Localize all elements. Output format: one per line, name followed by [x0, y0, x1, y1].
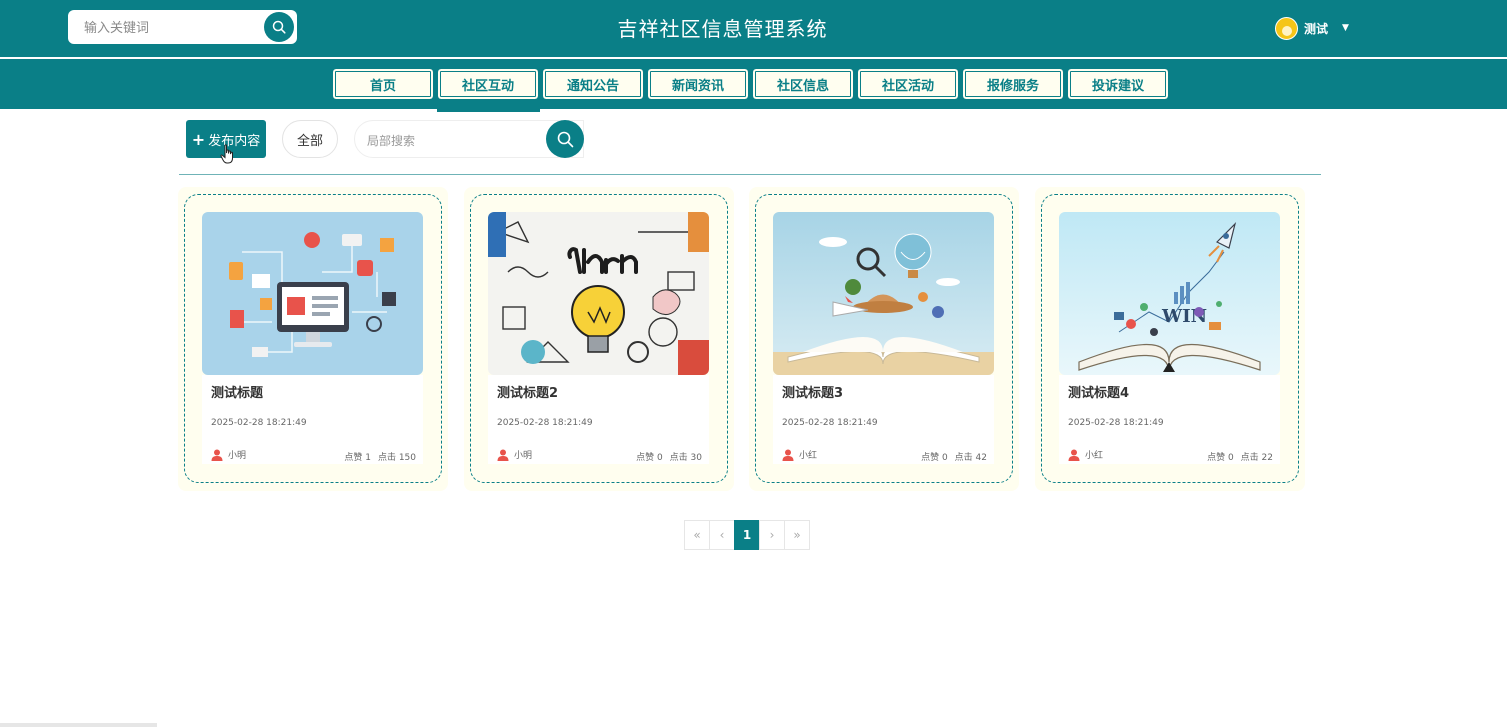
card-border: 测试标题 2025-02-28 18:21:49 小明 点赞 1 点击 150 [184, 194, 442, 483]
nav-item-repair-service[interactable]: 报修服务 [962, 68, 1064, 100]
nav-item-complaints[interactable]: 投诉建议 [1067, 68, 1169, 100]
pagination-page-current[interactable]: 1 [734, 520, 760, 550]
top-header: 吉祥社区信息管理系统 测试 ▼ [0, 0, 1507, 57]
local-search-input[interactable] [365, 130, 539, 152]
card-body: 测试标题3 2025-02-28 18:21:49 小红 点赞 0 点击 42 [773, 375, 994, 464]
pagination-next[interactable]: › [759, 520, 785, 550]
pagination-first[interactable]: « [684, 520, 710, 550]
card-likes: 点赞 0 [1207, 453, 1234, 463]
local-search-button[interactable] [546, 120, 584, 158]
content-card[interactable]: 测试标题2 2025-02-28 18:21:49 小明 点赞 0 点击 30 [464, 187, 734, 491]
user-icon [497, 449, 509, 461]
card-border: 测试标题3 2025-02-28 18:21:49 小红 点赞 0 点击 42 [755, 194, 1013, 483]
hand-cursor-icon [220, 144, 233, 164]
nav-item-home[interactable]: 首页 [332, 68, 434, 100]
card-likes: 点赞 1 [344, 453, 371, 463]
card-clicks: 点击 22 [1240, 453, 1273, 463]
card-likes: 点赞 0 [636, 453, 663, 463]
site-title: 吉祥社区信息管理系统 [617, 17, 828, 41]
card-clicks: 点击 30 [669, 453, 702, 463]
card-author: 小红 [1068, 448, 1103, 461]
plus-icon: + [191, 129, 206, 149]
card-author-name: 小红 [799, 451, 818, 461]
card-image-learn-doodle[interactable] [488, 212, 709, 375]
user-icon [1068, 449, 1080, 461]
card-author: 小红 [782, 448, 817, 461]
card-stats: 点赞 0 点击 30 [636, 450, 702, 463]
card-author-name: 小明 [228, 451, 247, 461]
card-author-name: 小明 [514, 451, 533, 461]
card-image-book-travel[interactable] [773, 212, 994, 375]
user-icon [211, 449, 223, 461]
nav-item-community-info[interactable]: 社区信息 [752, 68, 854, 100]
card-title[interactable]: 测试标题2 [497, 382, 558, 401]
card-body: 测试标题 2025-02-28 18:21:49 小明 点赞 1 点击 150 [202, 375, 423, 464]
card-author: 小明 [497, 448, 532, 461]
pagination: « ‹ 1 › » [684, 520, 810, 550]
user-menu[interactable]: 测试 ▼ [1275, 16, 1349, 40]
card-border: 测试标题2 2025-02-28 18:21:49 小明 点赞 0 点击 30 [470, 194, 728, 483]
card-title[interactable]: 测试标题3 [782, 382, 843, 401]
card-date: 2025-02-28 18:21:49 [211, 418, 307, 428]
card-date: 2025-02-28 18:21:49 [1068, 418, 1164, 428]
card-stats: 点赞 1 点击 150 [344, 450, 416, 463]
card-title[interactable]: 测试标题4 [1068, 382, 1129, 401]
card-body: 测试标题2 2025-02-28 18:21:49 小明 点赞 0 点击 30 [488, 375, 709, 464]
content-card[interactable]: 测试标题 2025-02-28 18:21:49 小明 点赞 1 点击 150 [178, 187, 448, 491]
nav-item-news[interactable]: 新闻资讯 [647, 68, 749, 100]
nav-item-notices[interactable]: 通知公告 [542, 68, 644, 100]
caret-down-icon[interactable]: ▼ [1342, 23, 1349, 33]
card-border: WIN 测试标题4 2025-02-28 18:21:49 小红 点赞 0 点击… [1041, 194, 1299, 483]
card-image-book-win[interactable]: WIN [1059, 212, 1280, 375]
card-image-network-illustration[interactable] [202, 212, 423, 375]
card-date: 2025-02-28 18:21:49 [497, 418, 593, 428]
card-title[interactable]: 测试标题 [211, 382, 263, 401]
card-stats: 点赞 0 点击 22 [1207, 450, 1273, 463]
user-name[interactable]: 测试 [1304, 20, 1328, 37]
nav-item-community-interaction[interactable]: 社区互动 [437, 68, 539, 100]
card-likes: 点赞 0 [921, 453, 948, 463]
main-nav: 首页 社区互动 通知公告 新闻资讯 社区信息 社区活动 报修服务 投诉建议 [0, 59, 1507, 109]
nav-item-community-activities[interactable]: 社区活动 [857, 68, 959, 100]
avatar[interactable] [1275, 16, 1298, 40]
card-body: 测试标题4 2025-02-28 18:21:49 小红 点赞 0 点击 22 [1059, 375, 1280, 464]
pagination-last[interactable]: » [784, 520, 810, 550]
user-icon [782, 449, 794, 461]
horizontal-scrollbar[interactable] [0, 723, 157, 727]
search-icon [557, 131, 573, 147]
toolbar-divider [179, 174, 1321, 175]
content-card[interactable]: 测试标题3 2025-02-28 18:21:49 小红 点赞 0 点击 42 [749, 187, 1019, 491]
card-clicks: 点击 42 [954, 453, 987, 463]
card-date: 2025-02-28 18:21:49 [782, 418, 878, 428]
card-author-name: 小红 [1085, 451, 1104, 461]
card-clicks: 点击 150 [377, 453, 416, 463]
filter-all-button[interactable]: 全部 [282, 120, 338, 158]
nav-active-indicator [437, 109, 540, 112]
content-card[interactable]: WIN 测试标题4 2025-02-28 18:21:49 小红 点赞 0 点击… [1035, 187, 1305, 491]
card-stats: 点赞 0 点击 42 [921, 450, 987, 463]
card-author: 小明 [211, 448, 246, 461]
pagination-prev[interactable]: ‹ [709, 520, 735, 550]
